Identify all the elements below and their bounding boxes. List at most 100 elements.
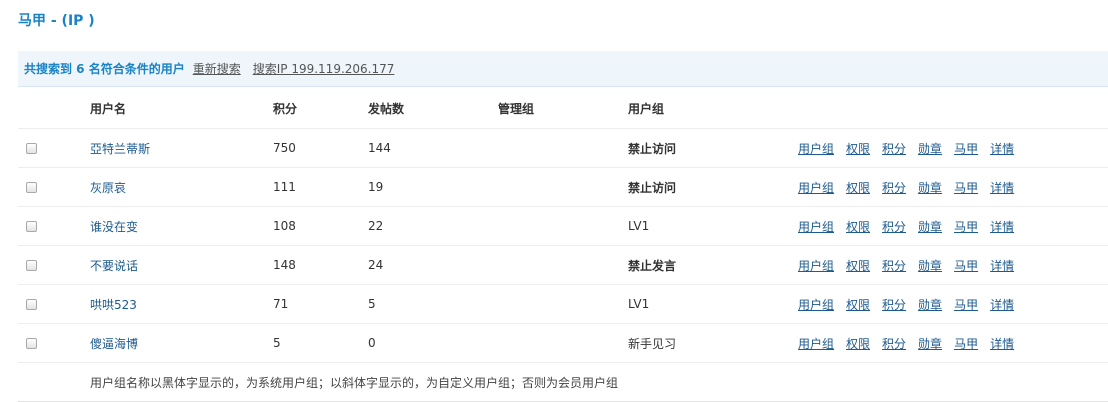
search-summary-bar: 共搜索到 6 名符合条件的用户 重新搜索 搜索IP 199.119.206.17… xyxy=(18,51,1108,87)
action-permissions[interactable]: 权限 xyxy=(846,140,870,157)
row-checkbox-cell xyxy=(26,168,37,206)
action-user-group[interactable]: 用户组 xyxy=(798,257,834,274)
posts-cell: 19 xyxy=(368,180,384,194)
action-user-group[interactable]: 用户组 xyxy=(798,179,834,196)
row-checkbox-cell xyxy=(26,207,37,245)
action-details[interactable]: 详情 xyxy=(990,335,1014,352)
action-credits[interactable]: 积分 xyxy=(882,179,906,196)
row-actions: 用户组 权限 积分 勋章 马甲 详情 xyxy=(798,246,1014,284)
action-user-group[interactable]: 用户组 xyxy=(798,140,834,157)
row-actions: 用户组 权限 积分 勋章 马甲 详情 xyxy=(798,168,1014,206)
search-ip-link[interactable]: 搜索IP 199.119.206.177 xyxy=(253,60,395,77)
action-credits[interactable]: 积分 xyxy=(882,257,906,274)
row-checkbox[interactable] xyxy=(26,181,37,193)
credits-cell: 5 xyxy=(273,336,281,350)
row-checkbox[interactable] xyxy=(26,142,37,154)
user-group-cell: LV1 xyxy=(628,297,650,311)
row-checkbox[interactable] xyxy=(26,220,37,232)
action-details[interactable]: 详情 xyxy=(990,296,1014,313)
row-checkbox-cell xyxy=(26,285,37,323)
row-checkbox[interactable] xyxy=(26,298,37,310)
row-checkbox[interactable] xyxy=(26,337,37,349)
table-row: 不要说话 148 24 禁止发言 用户组 权限 积分 勋章 马甲 详情 xyxy=(18,246,1108,285)
row-actions: 用户组 权限 积分 勋章 马甲 详情 xyxy=(798,129,1014,167)
credits-cell: 750 xyxy=(273,141,296,155)
username-cell: 傻逼海博 xyxy=(90,324,138,362)
action-credits[interactable]: 积分 xyxy=(882,335,906,352)
user-group-cell: 禁止访问 xyxy=(628,141,677,156)
posts-cell: 0 xyxy=(368,336,376,350)
credits-cell: 111 xyxy=(273,180,296,194)
table-row: 傻逼海博 5 0 新手见习 用户组 权限 积分 勋章 马甲 详情 xyxy=(18,324,1108,363)
user-results-table: 用户名 积分 发帖数 管理组 用户组 亞特兰蒂斯 750 144 禁止访问 用户… xyxy=(18,89,1108,402)
row-checkbox[interactable] xyxy=(26,259,37,271)
table-row: 灰原哀 111 19 禁止访问 用户组 权限 积分 勋章 马甲 详情 xyxy=(18,168,1108,207)
credits-cell: 71 xyxy=(273,297,289,311)
action-permissions[interactable]: 权限 xyxy=(846,257,870,274)
header-user-group: 用户组 xyxy=(628,102,665,116)
username-link[interactable]: 亞特兰蒂斯 xyxy=(90,140,150,157)
action-sockpuppet[interactable]: 马甲 xyxy=(954,140,978,157)
action-credits[interactable]: 积分 xyxy=(882,140,906,157)
action-permissions[interactable]: 权限 xyxy=(846,179,870,196)
action-sockpuppet[interactable]: 马甲 xyxy=(954,257,978,274)
credits-cell: 148 xyxy=(273,258,296,272)
user-group-cell: 禁止发言 xyxy=(628,258,677,273)
row-actions: 用户组 权限 积分 勋章 马甲 详情 xyxy=(798,207,1014,245)
header-username: 用户名 xyxy=(90,102,127,116)
user-group-cell: 新手见习 xyxy=(628,336,677,351)
action-medals[interactable]: 勋章 xyxy=(918,335,942,352)
action-medals[interactable]: 勋章 xyxy=(918,257,942,274)
username-link[interactable]: 灰原哀 xyxy=(90,179,126,196)
action-permissions[interactable]: 权限 xyxy=(846,218,870,235)
user-group-cell: LV1 xyxy=(628,219,650,233)
action-medals[interactable]: 勋章 xyxy=(918,179,942,196)
row-checkbox-cell xyxy=(26,324,37,362)
action-user-group[interactable]: 用户组 xyxy=(798,335,834,352)
username-cell: 灰原哀 xyxy=(90,168,126,206)
search-result-count: 共搜索到 6 名符合条件的用户 xyxy=(24,62,185,76)
action-sockpuppet[interactable]: 马甲 xyxy=(954,335,978,352)
header-admin-group: 管理组 xyxy=(498,102,535,116)
action-user-group[interactable]: 用户组 xyxy=(798,296,834,313)
username-cell: 亞特兰蒂斯 xyxy=(90,129,150,167)
action-details[interactable]: 详情 xyxy=(990,257,1014,274)
row-actions: 用户组 权限 积分 勋章 马甲 详情 xyxy=(798,285,1014,323)
user-group-cell: 禁止访问 xyxy=(628,180,677,195)
row-actions: 用户组 权限 积分 勋章 马甲 详情 xyxy=(798,324,1014,362)
table-row: 亞特兰蒂斯 750 144 禁止访问 用户组 权限 积分 勋章 马甲 详情 xyxy=(18,129,1108,168)
table-row: 谁没在变 108 22 LV1 用户组 权限 积分 勋章 马甲 详情 xyxy=(18,207,1108,246)
username-link[interactable]: 不要说话 xyxy=(90,257,138,274)
action-user-group[interactable]: 用户组 xyxy=(798,218,834,235)
table-row: 哄哄523 71 5 LV1 用户组 权限 积分 勋章 马甲 详情 xyxy=(18,285,1108,324)
credits-cell: 108 xyxy=(273,219,296,233)
username-cell: 哄哄523 xyxy=(90,285,137,323)
action-details[interactable]: 详情 xyxy=(990,140,1014,157)
username-link[interactable]: 谁没在变 xyxy=(90,218,138,235)
username-link[interactable]: 傻逼海博 xyxy=(90,335,138,352)
action-sockpuppet[interactable]: 马甲 xyxy=(954,218,978,235)
action-details[interactable]: 详情 xyxy=(990,218,1014,235)
action-permissions[interactable]: 权限 xyxy=(846,296,870,313)
username-link[interactable]: 哄哄523 xyxy=(90,296,137,313)
action-credits[interactable]: 积分 xyxy=(882,218,906,235)
posts-cell: 144 xyxy=(368,141,391,155)
action-permissions[interactable]: 权限 xyxy=(846,335,870,352)
row-checkbox-cell xyxy=(26,246,37,284)
action-sockpuppet[interactable]: 马甲 xyxy=(954,296,978,313)
action-medals[interactable]: 勋章 xyxy=(918,140,942,157)
table-header-row: 用户名 积分 发帖数 管理组 用户组 xyxy=(18,89,1108,129)
action-medals[interactable]: 勋章 xyxy=(918,296,942,313)
action-medals[interactable]: 勋章 xyxy=(918,218,942,235)
row-checkbox-cell xyxy=(26,129,37,167)
action-sockpuppet[interactable]: 马甲 xyxy=(954,179,978,196)
page-title: 马甲 - (IP ) xyxy=(18,13,95,29)
posts-cell: 22 xyxy=(368,219,384,233)
header-credits: 积分 xyxy=(273,102,298,116)
action-credits[interactable]: 积分 xyxy=(882,296,906,313)
research-link[interactable]: 重新搜索 xyxy=(193,60,241,77)
action-details[interactable]: 详情 xyxy=(990,179,1014,196)
posts-cell: 5 xyxy=(368,297,376,311)
username-cell: 不要说话 xyxy=(90,246,138,284)
group-legend-note: 用户组名称以黑体字显示的，为系统用户组；以斜体字显示的，为自定义用户组；否则为会… xyxy=(90,375,619,390)
